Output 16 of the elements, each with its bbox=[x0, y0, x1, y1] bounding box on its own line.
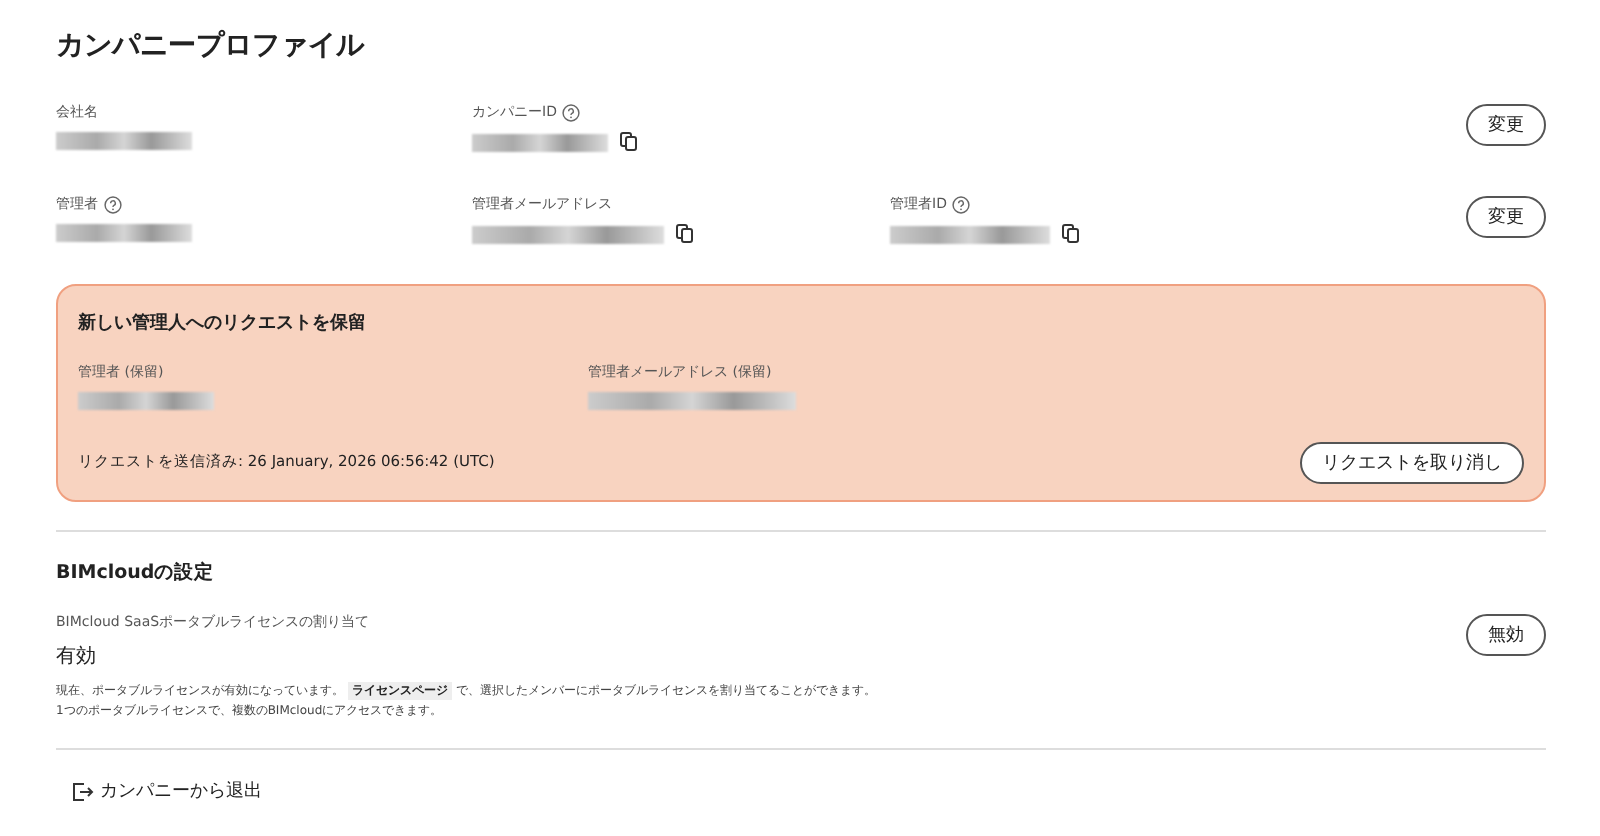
cancel-request-button[interactable]: リクエストを取り消し bbox=[1300, 442, 1524, 484]
setting-value: 有効 bbox=[56, 643, 98, 670]
section-title: BIMcloudの設定 bbox=[56, 560, 217, 586]
leave-company-button[interactable]: カンパニーから退出 bbox=[72, 778, 262, 805]
change-button[interactable]: 変更 bbox=[1466, 196, 1546, 238]
copy-icon[interactable] bbox=[676, 224, 694, 244]
copy-icon[interactable] bbox=[620, 132, 638, 152]
copy-icon[interactable] bbox=[1062, 224, 1080, 244]
help-icon[interactable] bbox=[562, 103, 581, 121]
change-button[interactable]: 変更 bbox=[1466, 104, 1546, 146]
card-title: 新しい管理人へのリクエストを保留 bbox=[78, 310, 368, 336]
help-icon[interactable] bbox=[952, 195, 971, 213]
exit-icon bbox=[72, 781, 94, 802]
disable-button[interactable]: 無効 bbox=[1466, 614, 1546, 656]
help-icon[interactable] bbox=[104, 195, 122, 213]
page-title: カンパニープロファイル bbox=[56, 28, 367, 64]
